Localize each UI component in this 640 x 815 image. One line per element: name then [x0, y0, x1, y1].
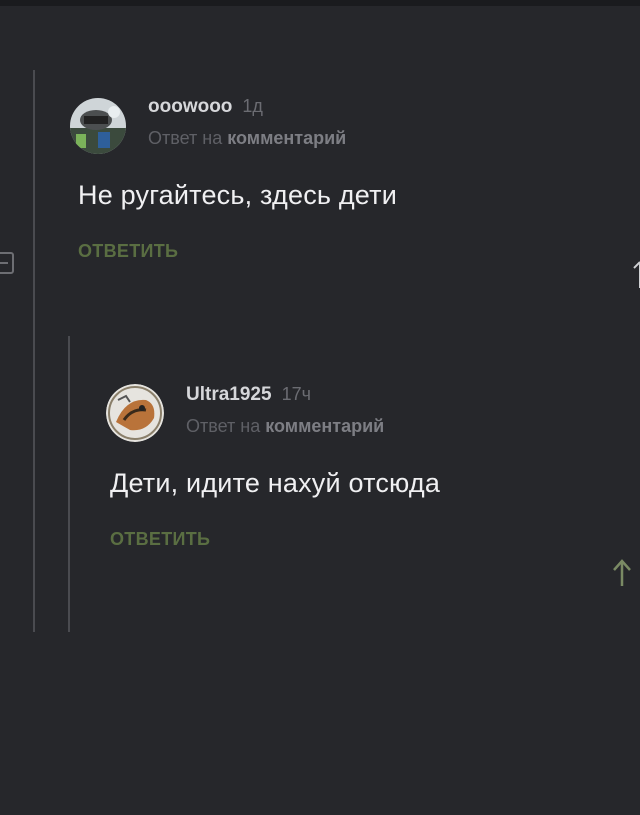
comment-text: Дети, идите нахуй отсюда [110, 468, 441, 498]
name-line: ooowooo 1д [148, 96, 346, 118]
username[interactable]: ooowooo [148, 96, 232, 118]
avatar[interactable] [70, 98, 126, 154]
collapse-thread-icon[interactable] [0, 252, 14, 274]
reply-target-link[interactable]: комментарий [227, 128, 346, 148]
comment-header: ooowooo 1д Ответ на комментарий [70, 96, 630, 154]
reply-button[interactable]: ОТВЕТИТЬ [78, 241, 178, 262]
reply-prefix: Ответ на [148, 128, 223, 148]
partial-arrow-icon [633, 261, 640, 288]
thread-line-outer[interactable] [33, 70, 35, 632]
reply-context: Ответ на комментарий [186, 416, 384, 437]
top-bar [0, 0, 640, 6]
reply-prefix: Ответ на [186, 416, 261, 436]
comment: Ultra1925 17ч Ответ на комментарий Дети,… [106, 384, 626, 550]
reply-context: Ответ на комментарий [148, 128, 346, 149]
comment-meta: Ultra1925 17ч Ответ на комментарий [186, 384, 384, 437]
reply-button[interactable]: ОТВЕТИТЬ [110, 529, 210, 550]
comment-meta: ooowooo 1д Ответ на комментарий [148, 96, 346, 149]
timestamp: 17ч [281, 384, 311, 404]
comment: ooowooo 1д Ответ на комментарий Не ругай… [70, 96, 630, 262]
comment-text: Не ругайтесь, здесь дети [78, 180, 397, 210]
avatar[interactable] [106, 384, 164, 442]
thread-line-inner[interactable] [68, 336, 70, 632]
up-arrow-icon[interactable] [610, 558, 634, 588]
name-line: Ultra1925 17ч [186, 384, 384, 406]
comment-header: Ultra1925 17ч Ответ на комментарий [106, 384, 626, 442]
reply-target-link[interactable]: комментарий [265, 416, 384, 436]
username[interactable]: Ultra1925 [186, 384, 272, 406]
timestamp: 1д [242, 96, 263, 116]
